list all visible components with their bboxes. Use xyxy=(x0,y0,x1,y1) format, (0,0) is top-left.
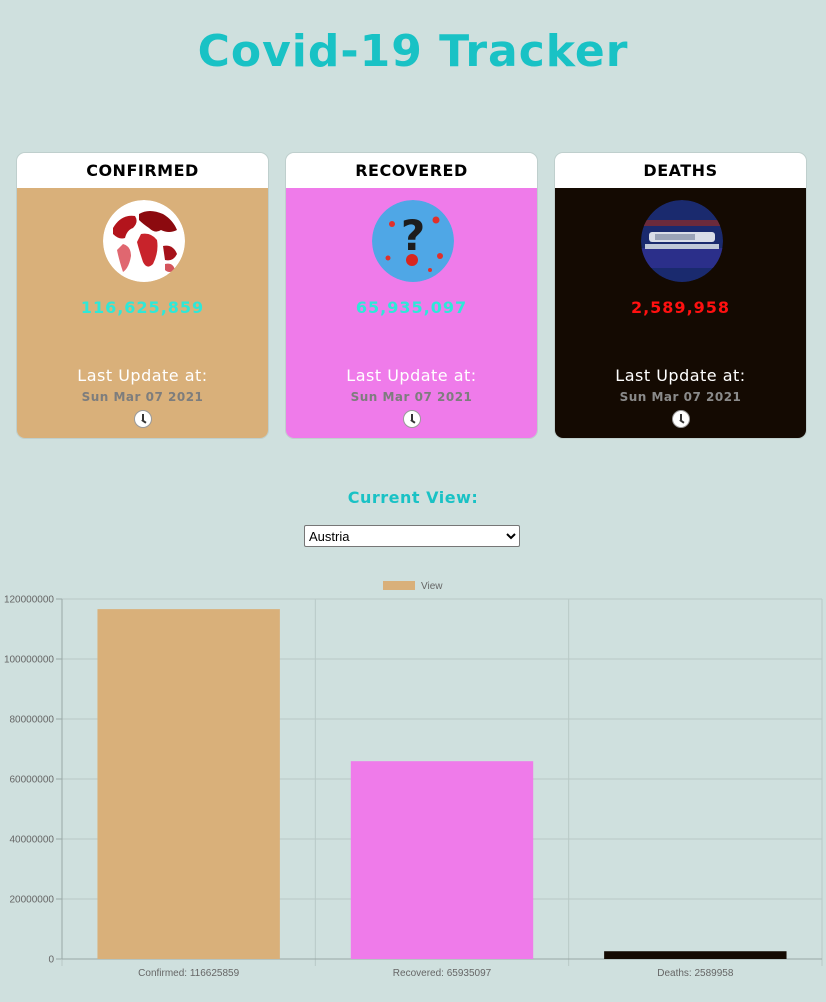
confirmed-card: CONFIRMED 116,625,859 Last Update at: Su… xyxy=(16,152,269,439)
y-tick-label: 80000000 xyxy=(10,715,55,726)
last-update-date: Sun Mar 07 2021 xyxy=(81,390,204,404)
last-update-label: Last Update at: xyxy=(77,366,208,385)
last-update-label: Last Update at: xyxy=(615,366,746,385)
last-update-date: Sun Mar 07 2021 xyxy=(350,390,473,404)
legend-swatch xyxy=(383,581,415,590)
legend-label: View xyxy=(421,581,443,592)
deaths-card: DEATHS 2,589,958 Last Update at: Sun Mar… xyxy=(554,152,807,439)
bar-chart: View 0 20000000 40000000 60000000 80000000 100… xyxy=(4,581,823,979)
bar-2 xyxy=(604,951,787,959)
x-tick-label: Confirmed: 116625859 xyxy=(138,968,239,979)
clock-icon xyxy=(672,410,690,428)
recovered-count: 65,935,097 xyxy=(355,298,468,317)
card-heading: DEATHS xyxy=(555,153,806,188)
deaths-count: 2,589,958 xyxy=(630,298,731,317)
svg-text:?: ? xyxy=(401,211,425,260)
last-update-date: Sun Mar 07 2021 xyxy=(619,390,742,404)
world-map-image xyxy=(103,200,185,282)
current-view-label: Current View: xyxy=(347,488,479,507)
recovered-card: RECOVERED ? 65,935,097 Last Update at: S… xyxy=(285,152,538,439)
clock-icon xyxy=(134,410,152,428)
bar-1 xyxy=(350,761,534,959)
y-tick-label: 0 xyxy=(48,955,54,966)
card-heading: RECOVERED xyxy=(286,153,537,188)
card-body: 116,625,859 Last Update at: Sun Mar 07 2… xyxy=(17,188,268,438)
page-title: Covid-19 Tracker xyxy=(197,26,629,77)
y-tick-label: 60000000 xyxy=(10,775,55,786)
card-body: 2,589,958 Last Update at: Sun Mar 07 202… xyxy=(555,188,806,438)
card-heading: CONFIRMED xyxy=(17,153,268,188)
confirmed-count: 116,625,859 xyxy=(80,298,205,317)
test-tube-image xyxy=(641,200,723,282)
country-select[interactable]: Austria xyxy=(304,525,520,547)
clock-icon xyxy=(403,410,421,428)
x-tick-label: Recovered: 65935097 xyxy=(393,968,492,979)
y-tick-label: 20000000 xyxy=(10,895,55,906)
y-tick-label: 100000000 xyxy=(4,655,54,666)
bar-0 xyxy=(97,609,280,959)
y-tick-label: 40000000 xyxy=(10,835,55,846)
x-tick-label: Deaths: 2589958 xyxy=(657,968,734,979)
card-body: ? 65,935,097 Last Update at: Sun Mar 07 … xyxy=(286,188,537,438)
y-tick-label: 120000000 xyxy=(4,595,54,606)
virus-question-image: ? xyxy=(372,200,454,282)
last-update-label: Last Update at: xyxy=(346,366,477,385)
